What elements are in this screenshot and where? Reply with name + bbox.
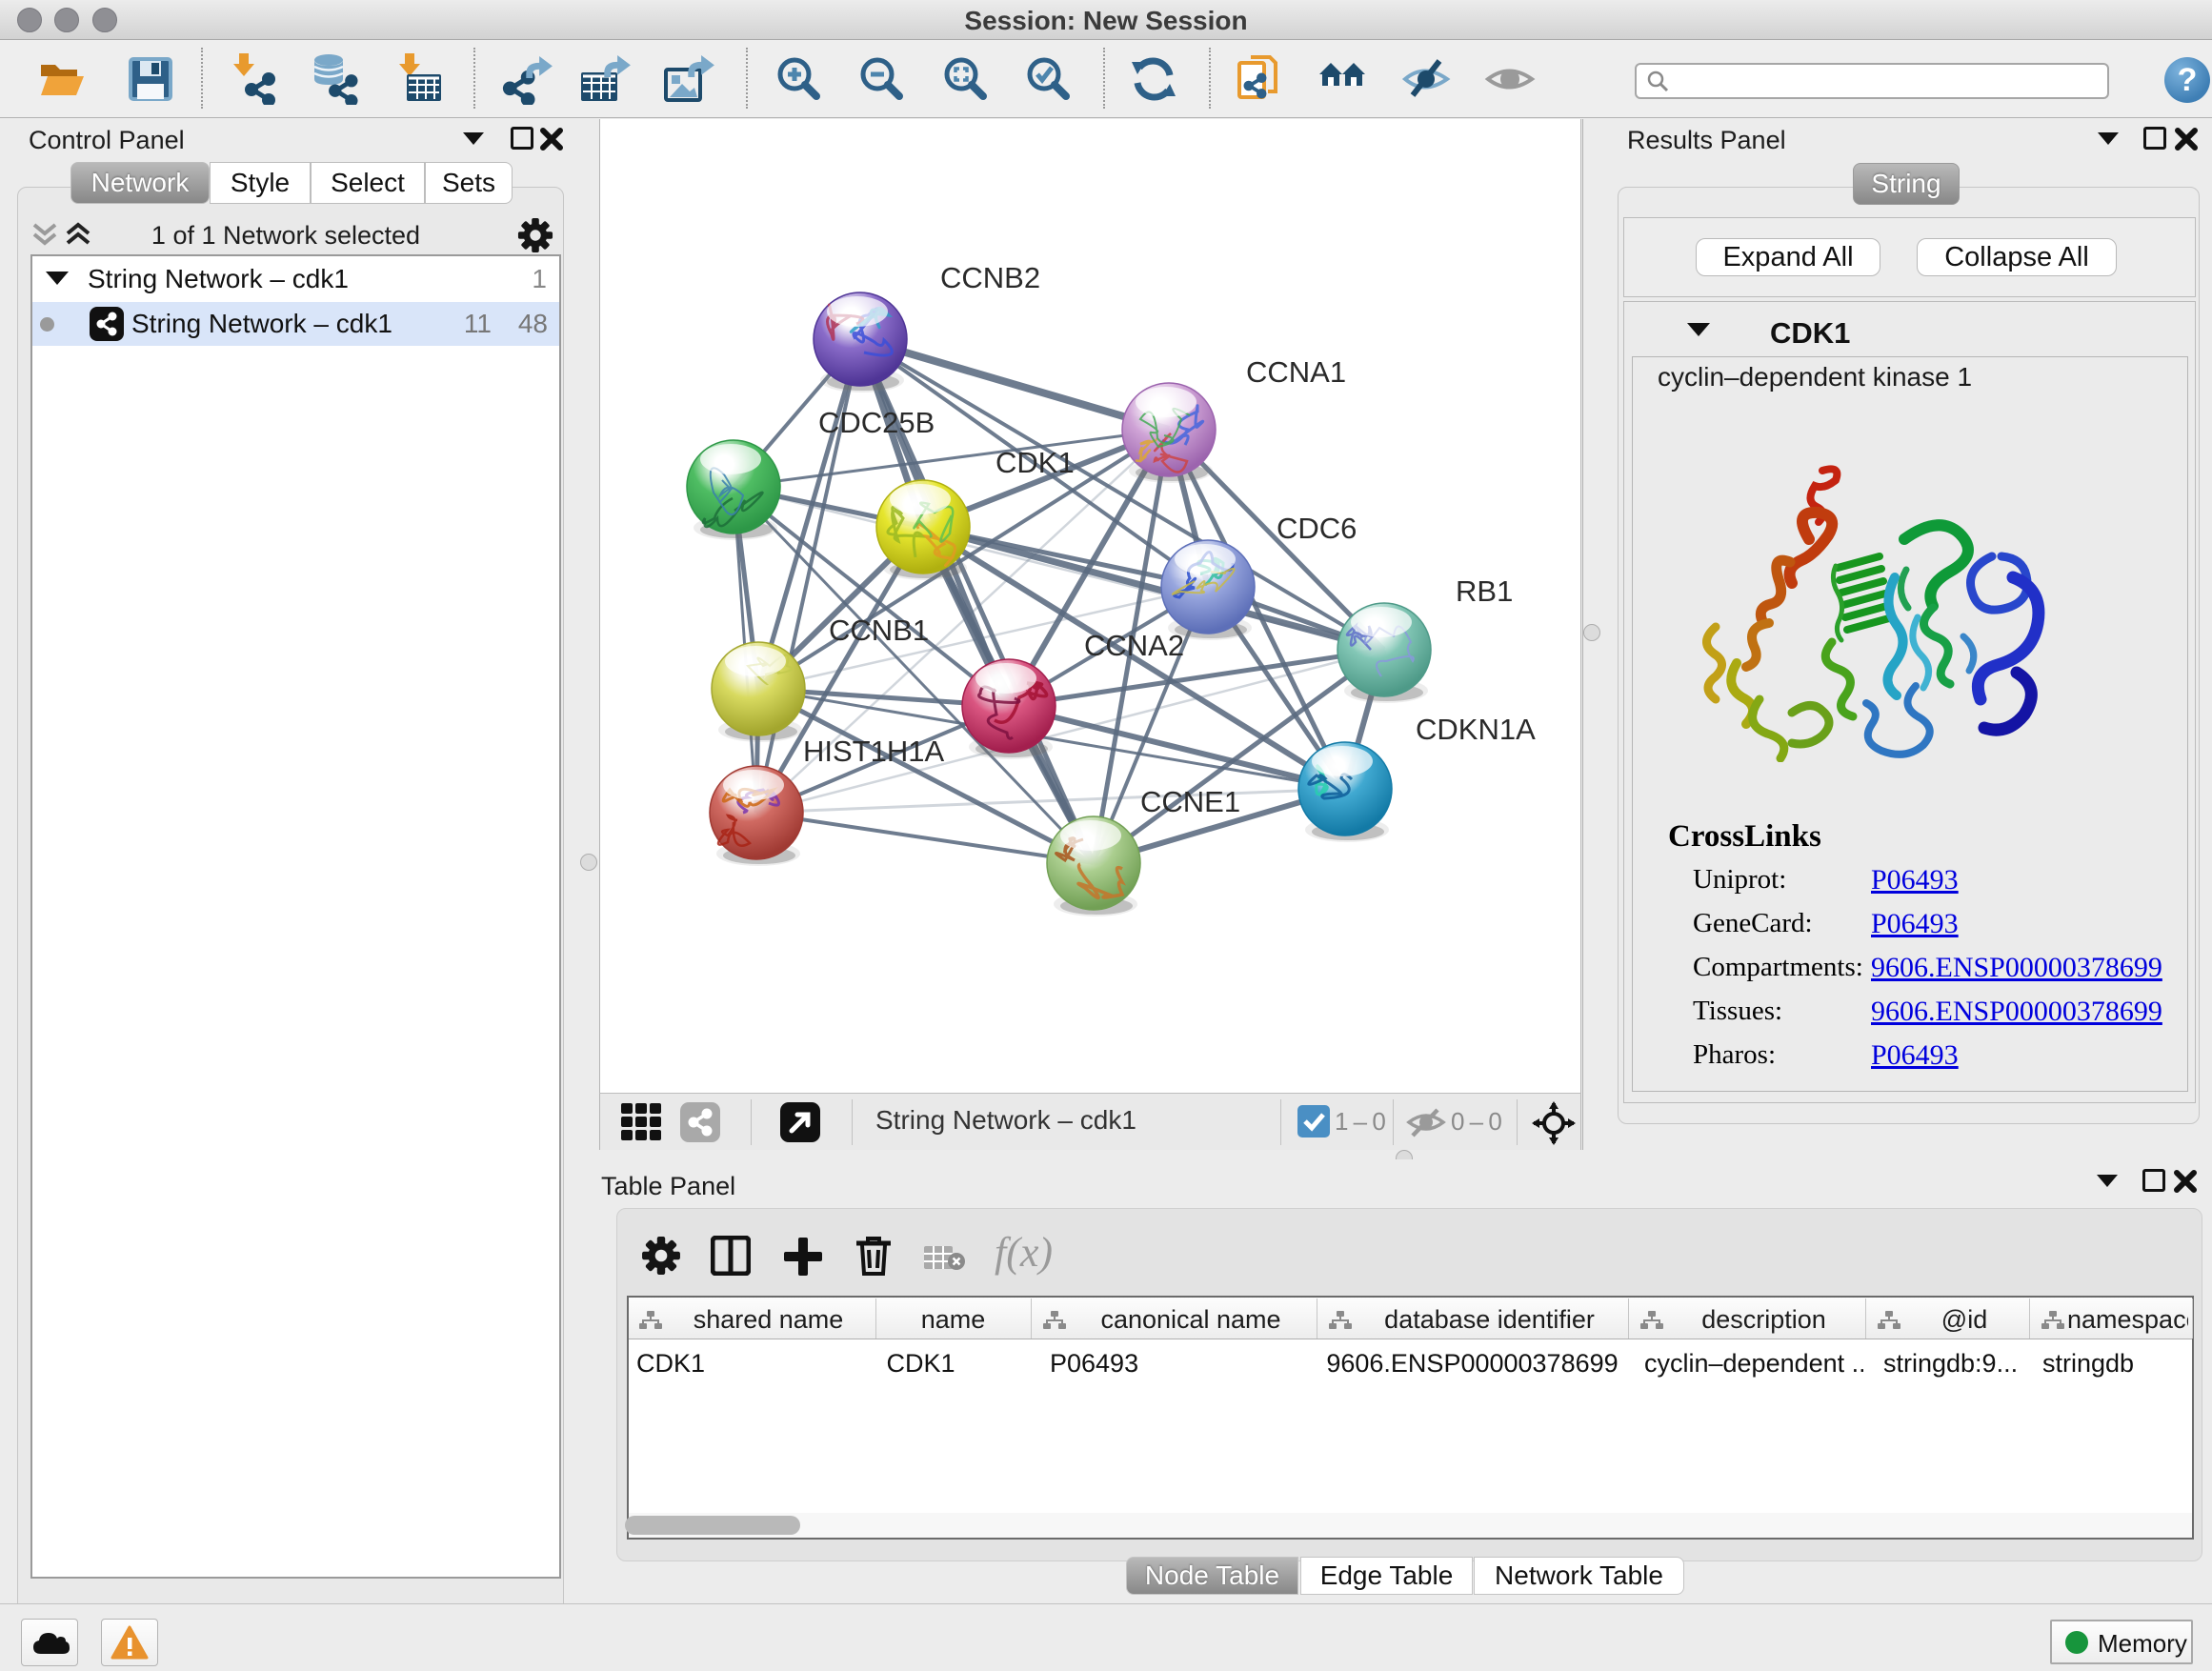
svg-text:RB1: RB1 xyxy=(1456,574,1513,608)
svg-text:CDC25B: CDC25B xyxy=(818,406,935,439)
svg-text:CDK1: CDK1 xyxy=(995,446,1075,479)
svg-text:CCNA2: CCNA2 xyxy=(1084,629,1184,662)
svg-text:CCNB2: CCNB2 xyxy=(940,261,1040,294)
svg-text:CDC6: CDC6 xyxy=(1277,512,1357,545)
svg-text:CCNA1: CCNA1 xyxy=(1246,355,1346,389)
svg-text:CCNB1: CCNB1 xyxy=(829,614,929,647)
svg-text:HIST1H1A: HIST1H1A xyxy=(803,735,944,768)
svg-text:CCNE1: CCNE1 xyxy=(1140,785,1240,818)
svg-text:CDKN1A: CDKN1A xyxy=(1416,713,1536,746)
